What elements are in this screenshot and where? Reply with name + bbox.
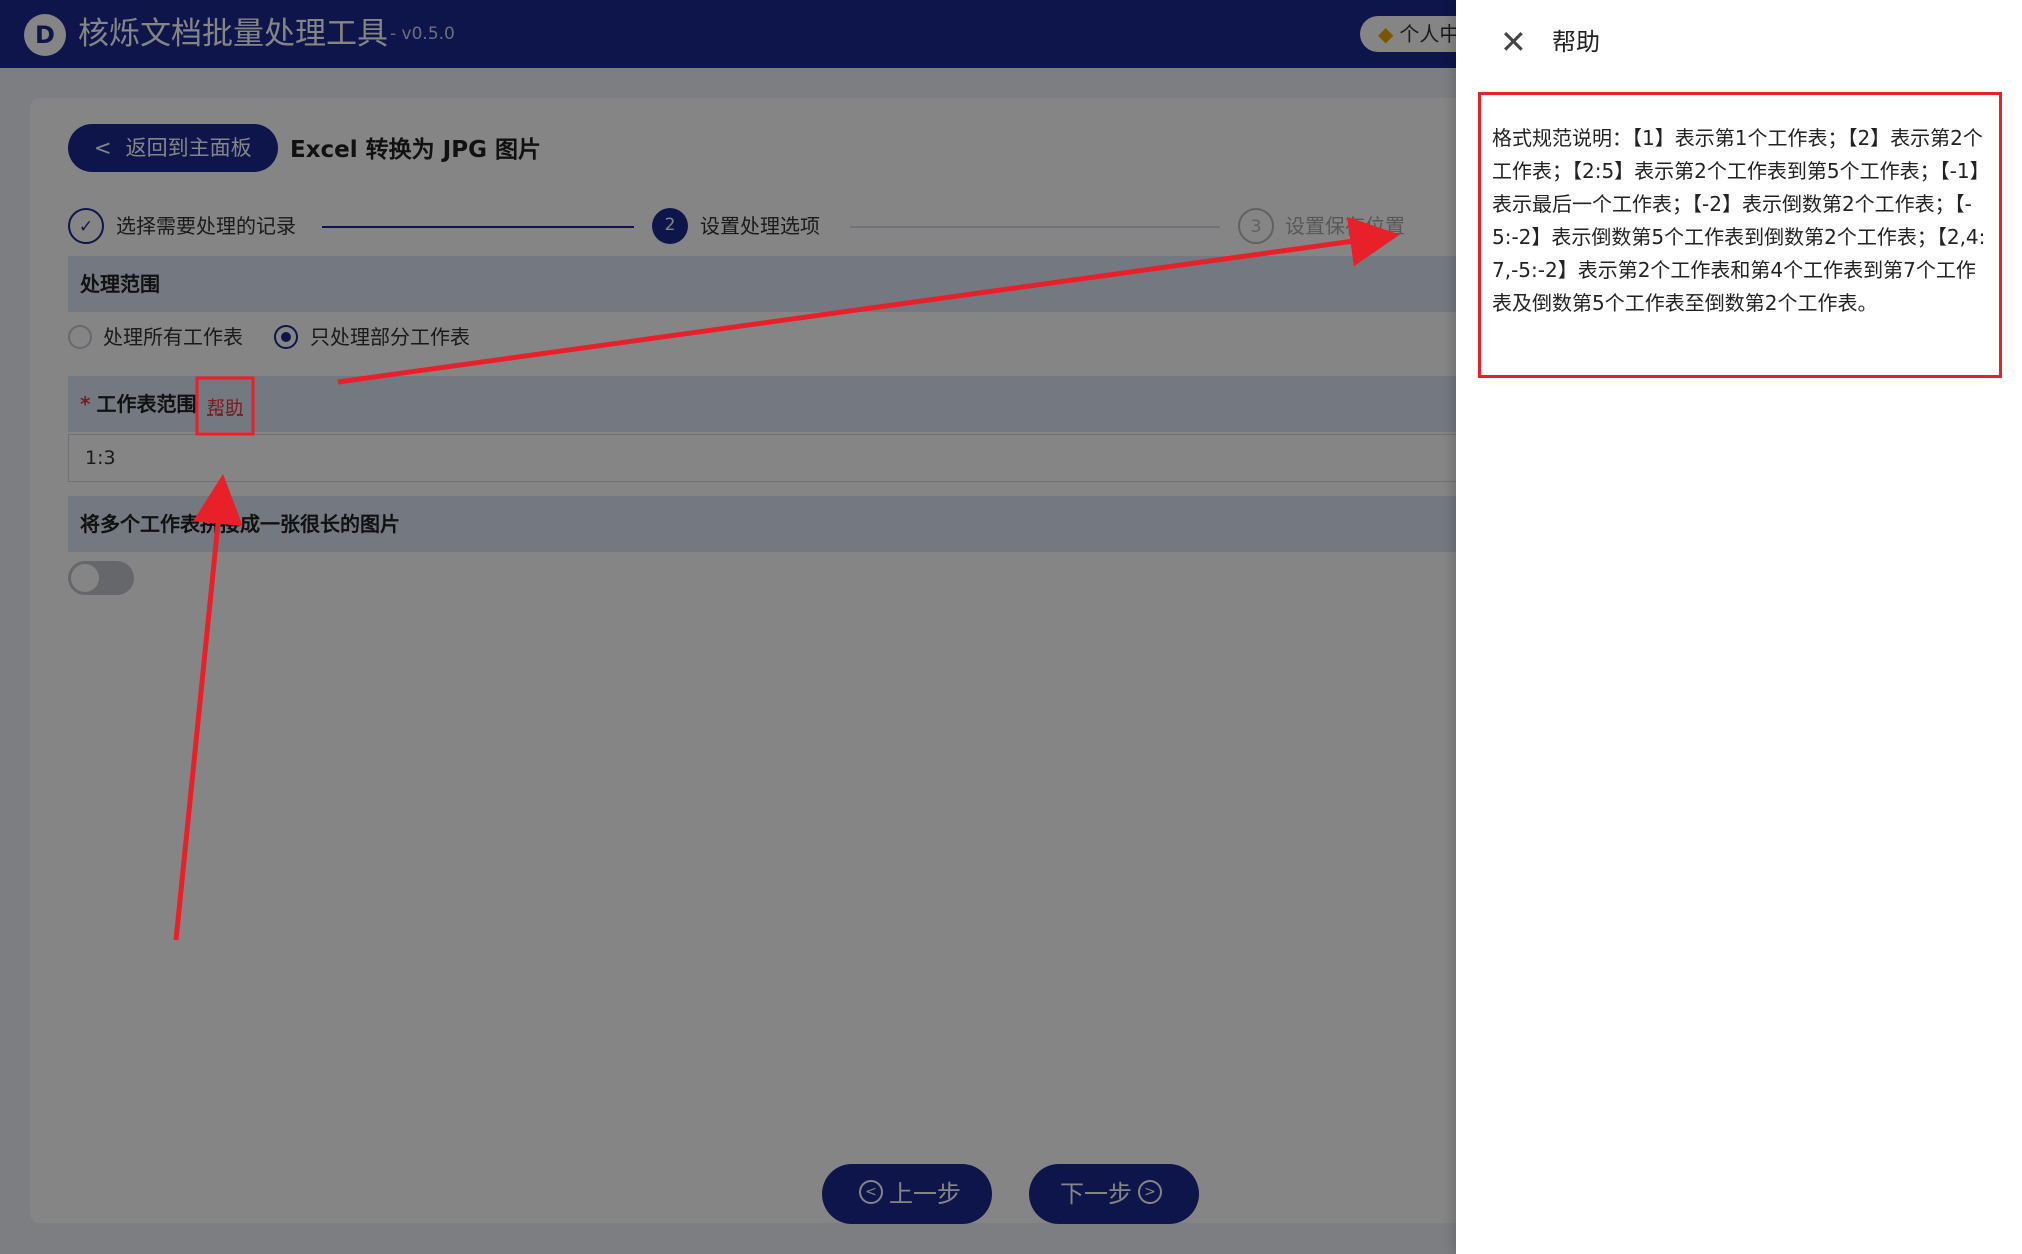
drawer-title: 帮助 (1552, 28, 1600, 56)
help-drawer: ✕ 帮助 格式规范说明：【1】表示第1个工作表；【2】表示第2个工作表；【2:5… (1456, 0, 2022, 1254)
overlay-mask[interactable] (0, 0, 1456, 1254)
help-text: 格式规范说明：【1】表示第1个工作表；【2】表示第2个工作表；【2:5】表示第2… (1492, 126, 1986, 315)
app-window: D 核烁文档批量处理工具 - v0.5.0 ◆ 个人中 < 返回到主面板 Excel… (0, 0, 2022, 1254)
close-icon[interactable]: ✕ (1500, 22, 1527, 62)
